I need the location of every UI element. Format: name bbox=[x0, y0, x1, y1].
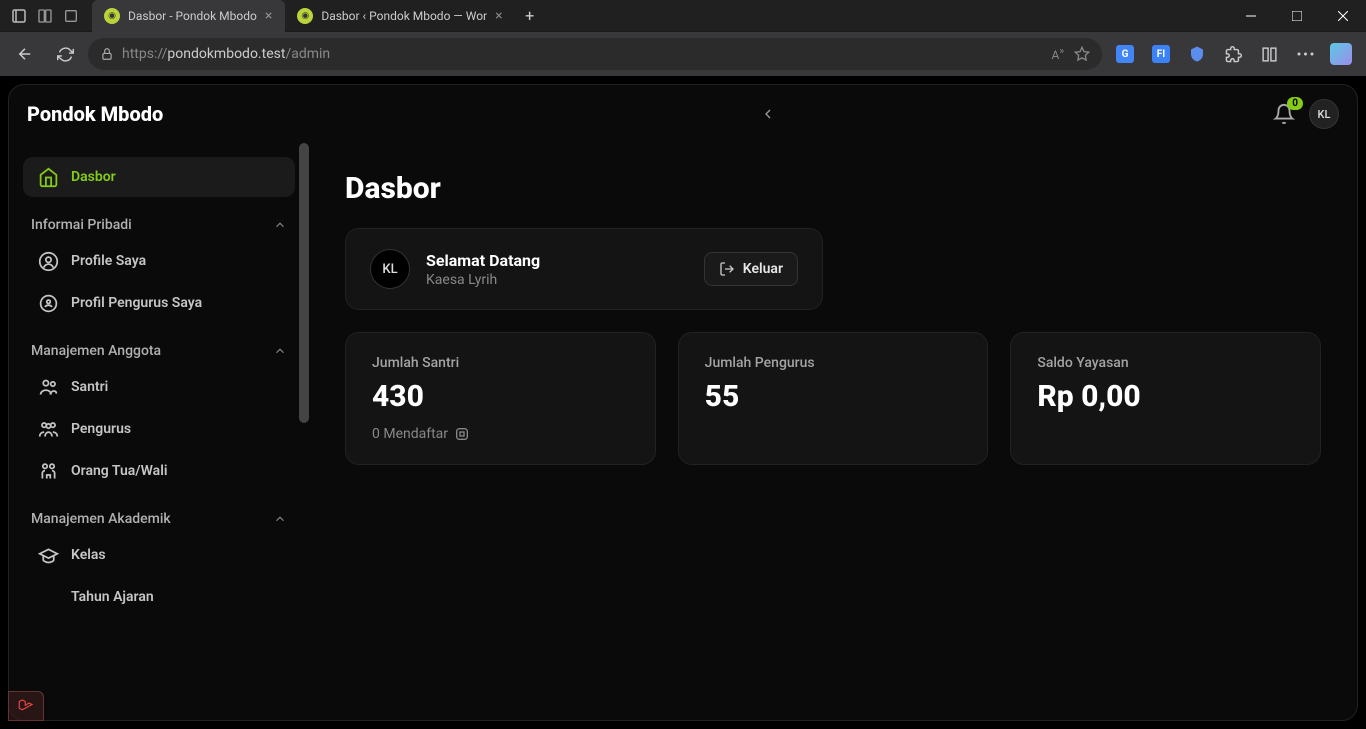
sidebar-section-personal[interactable]: Informai Pribadi bbox=[23, 217, 295, 233]
scrollbar[interactable] bbox=[299, 143, 309, 423]
sidebar-item-pengurus[interactable]: Pengurus bbox=[23, 409, 295, 449]
workspaces-icon[interactable] bbox=[34, 5, 56, 27]
home-icon bbox=[37, 166, 59, 188]
stat-description: 0 Mendaftar bbox=[372, 426, 629, 442]
minimize-button[interactable] bbox=[1228, 0, 1274, 32]
welcome-card: KL Selamat Datang Kaesa Lyrih Keluar bbox=[345, 228, 823, 310]
close-icon[interactable]: × bbox=[495, 8, 502, 24]
maximize-button[interactable] bbox=[1274, 0, 1320, 32]
user-avatar[interactable]: KL bbox=[1309, 99, 1339, 129]
family-icon bbox=[37, 460, 59, 482]
favorite-icon[interactable] bbox=[1074, 46, 1090, 62]
main-content: Dasbor KL Selamat Datang Kaesa Lyrih Kel… bbox=[309, 143, 1357, 720]
sidebar-item-santri[interactable]: Santri bbox=[23, 367, 295, 407]
sidebar-item-pengurus-profile[interactable]: Profil Pengurus Saya bbox=[23, 283, 295, 323]
browser-tab-strip: ◉ Dasbor - Pondok Mbodo × ◉ Dasbor ‹ Pon… bbox=[0, 0, 1366, 32]
chevron-up-icon bbox=[273, 344, 287, 358]
tab-actions-icon[interactable] bbox=[60, 5, 82, 27]
sidebar: Dasbor Informai Pribadi Profile Saya Pro… bbox=[9, 143, 309, 720]
url-bar[interactable]: https://pondokmbodo.test/admin A» bbox=[88, 38, 1102, 70]
more-icon[interactable] bbox=[1288, 37, 1322, 71]
chevron-up-icon bbox=[273, 512, 287, 526]
sidebar-item-label: Santri bbox=[71, 379, 108, 395]
close-icon[interactable]: × bbox=[265, 8, 272, 24]
page-title: Dasbor bbox=[345, 171, 1321, 206]
close-window-button[interactable] bbox=[1320, 0, 1366, 32]
stat-card-pengurus: Jumlah Pengurus 55 bbox=[678, 332, 989, 465]
sidebar-item-label: Profile Saya bbox=[71, 253, 146, 269]
people-icon bbox=[37, 376, 59, 398]
sidebar-item-profile[interactable]: Profile Saya bbox=[23, 241, 295, 281]
tab-inactive[interactable]: ◉ Dasbor ‹ Pondok Mbodo — Wor × bbox=[285, 0, 515, 32]
extensions-icon[interactable] bbox=[1216, 37, 1250, 71]
tab-title: Dasbor ‹ Pondok Mbodo — Wor bbox=[321, 9, 487, 23]
avatar: KL bbox=[370, 249, 410, 289]
profile-icon[interactable] bbox=[8, 5, 30, 27]
refresh-button[interactable] bbox=[48, 37, 82, 71]
stat-label: Saldo Yayasan bbox=[1037, 355, 1294, 371]
logout-icon bbox=[719, 261, 735, 277]
notification-badge: 0 bbox=[1287, 97, 1303, 110]
stat-value: 430 bbox=[372, 379, 629, 414]
tab-favicon-icon: ◉ bbox=[297, 8, 313, 24]
app-header: Pondok Mbodo 0 KL bbox=[9, 85, 1357, 143]
tab-title: Dasbor - Pondok Mbodo bbox=[128, 9, 257, 23]
new-tab-button[interactable]: + bbox=[516, 2, 544, 30]
stat-label: Jumlah Santri bbox=[372, 355, 629, 371]
sidebar-item-dashboard[interactable]: Dasbor bbox=[23, 157, 295, 197]
notifications-button[interactable]: 0 bbox=[1273, 103, 1295, 125]
tab-favicon-icon: ◉ bbox=[104, 8, 120, 24]
shield-icon[interactable] bbox=[1180, 37, 1214, 71]
calendar-icon bbox=[37, 586, 59, 608]
copilot-icon[interactable] bbox=[1324, 37, 1358, 71]
people-icon bbox=[37, 418, 59, 440]
stat-card-saldo: Saldo Yayasan Rp 0,00 bbox=[1010, 332, 1321, 465]
sidebar-section-academic[interactable]: Manajemen Akademik bbox=[23, 511, 295, 527]
stop-icon bbox=[454, 426, 470, 442]
welcome-title: Selamat Datang bbox=[426, 251, 540, 270]
sidebar-item-parents[interactable]: Orang Tua/Wali bbox=[23, 451, 295, 491]
extension-icon[interactable]: FI bbox=[1144, 37, 1178, 71]
sidebar-item-label: Pengurus bbox=[71, 421, 131, 437]
stat-value: Rp 0,00 bbox=[1037, 379, 1294, 414]
tab-active[interactable]: ◉ Dasbor - Pondok Mbodo × bbox=[92, 0, 285, 32]
sidebar-collapse-button[interactable] bbox=[750, 96, 786, 132]
back-button[interactable] bbox=[8, 37, 42, 71]
split-screen-icon[interactable] bbox=[1252, 37, 1286, 71]
logout-label: Keluar bbox=[743, 261, 783, 277]
welcome-username: Kaesa Lyrih bbox=[426, 272, 540, 288]
url-text: https://pondokmbodo.test/admin bbox=[122, 46, 330, 62]
sidebar-item-label: Profil Pengurus Saya bbox=[71, 295, 202, 311]
browser-toolbar: https://pondokmbodo.test/admin A» G FI bbox=[0, 32, 1366, 76]
sidebar-item-label: Orang Tua/Wali bbox=[71, 463, 167, 479]
reader-icon[interactable]: A» bbox=[1051, 46, 1064, 62]
laravel-debugbar-icon[interactable] bbox=[8, 691, 44, 721]
sidebar-section-members[interactable]: Manajemen Anggota bbox=[23, 343, 295, 359]
sidebar-item-label: Dasbor bbox=[71, 169, 116, 185]
brand-title: Pondok Mbodo bbox=[27, 102, 203, 126]
stat-value: 55 bbox=[705, 379, 962, 414]
stat-label: Jumlah Pengurus bbox=[705, 355, 962, 371]
app-viewport: Pondok Mbodo 0 KL Dasbor Informai Pribad… bbox=[0, 76, 1366, 729]
logout-button[interactable]: Keluar bbox=[704, 252, 798, 286]
sidebar-item-label: Kelas bbox=[71, 547, 106, 563]
badge-icon bbox=[37, 292, 59, 314]
chevron-up-icon bbox=[273, 218, 287, 232]
sidebar-item-tahun-ajaran[interactable]: Tahun Ajaran bbox=[23, 577, 295, 617]
graduation-icon bbox=[37, 544, 59, 566]
translate-icon[interactable]: G bbox=[1108, 37, 1142, 71]
stat-card-santri: Jumlah Santri 430 0 Mendaftar bbox=[345, 332, 656, 465]
sidebar-item-kelas[interactable]: Kelas bbox=[23, 535, 295, 575]
lock-icon bbox=[100, 47, 114, 61]
sidebar-item-label: Tahun Ajaran bbox=[71, 589, 154, 605]
user-icon bbox=[37, 250, 59, 272]
